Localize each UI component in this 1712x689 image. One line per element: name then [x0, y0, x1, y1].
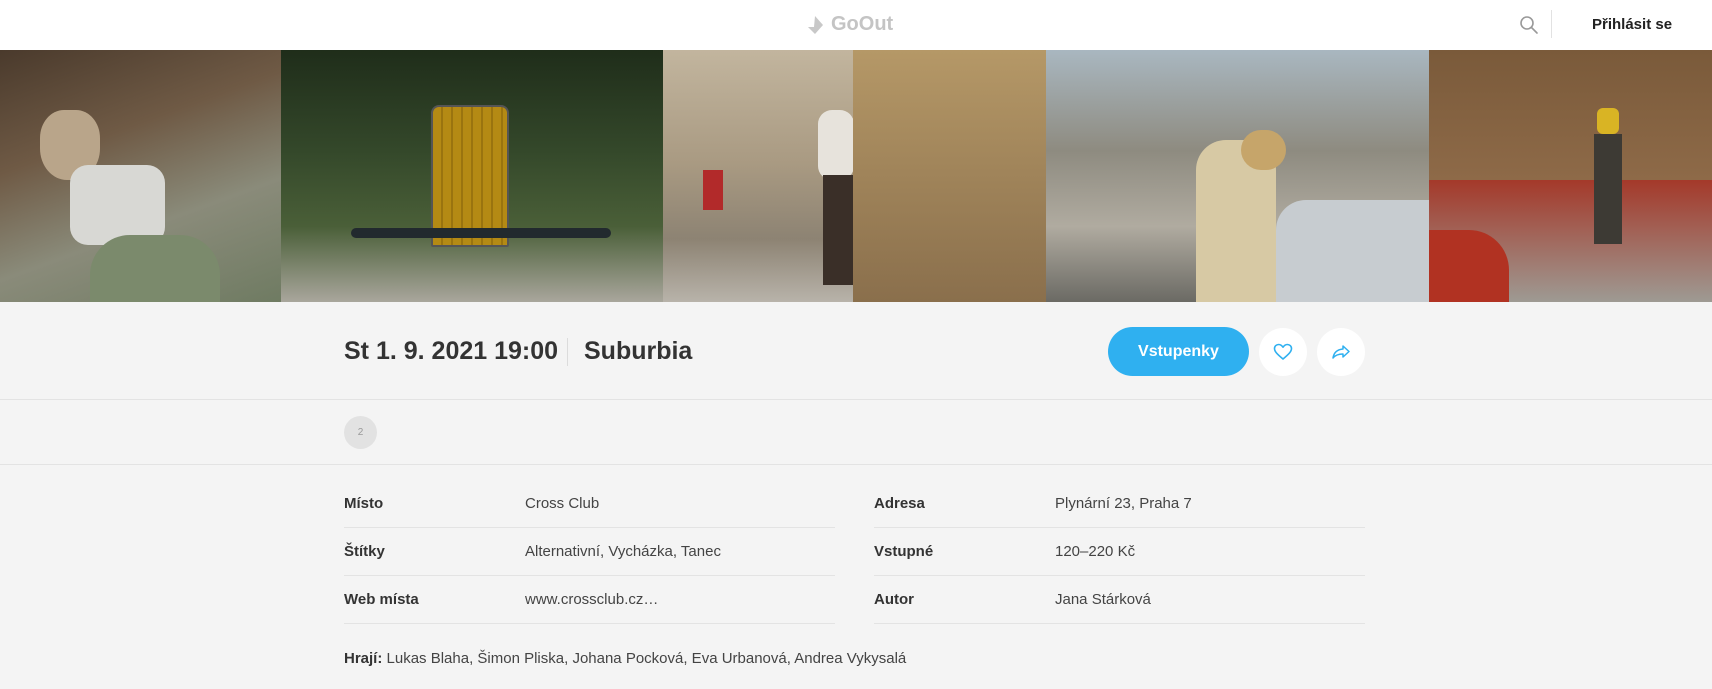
gallery-photo-2[interactable]	[281, 50, 663, 302]
detail-label: Štítky	[344, 543, 385, 560]
detail-value-tags[interactable]: Alternativní, Vycházka, Tanec	[525, 543, 721, 560]
performers-line: Hrají: Lukas Blaha, Šimon Pliska, Johana…	[344, 650, 906, 667]
detail-row-price: Vstupné 120–220 Kč	[874, 528, 1365, 576]
event-title-bar: St 1. 9. 2021 19:00 Suburbia Vstupenky	[0, 302, 1712, 400]
detail-value-address[interactable]: Plynární 23, Praha 7	[1055, 495, 1192, 512]
share-icon	[1332, 345, 1350, 359]
logo[interactable]: GoOut	[805, 13, 893, 36]
like-button[interactable]	[1259, 328, 1307, 376]
goout-logo-icon	[808, 15, 823, 34]
detail-label: Autor	[874, 591, 914, 608]
detail-label: Web místa	[344, 591, 419, 608]
detail-row-address: Adresa Plynární 23, Praha 7	[874, 480, 1365, 528]
header-divider	[1551, 10, 1552, 38]
details-right: Adresa Plynární 23, Praha 7 Vstupné 120–…	[874, 480, 1365, 624]
detail-row-venue: Místo Cross Club	[344, 480, 835, 528]
gallery-photo-5[interactable]	[1429, 50, 1712, 302]
performers-names: Lukas Blaha, Šimon Pliska, Johana Pockov…	[386, 650, 907, 667]
event-title: Suburbia	[584, 337, 693, 365]
event-datetime: St 1. 9. 2021 19:00	[344, 337, 559, 365]
count-badge[interactable]: 2	[344, 416, 377, 449]
top-bar: GoOut Přihlásit se	[0, 0, 1712, 50]
gallery-photo-3[interactable]	[663, 50, 1046, 302]
detail-value-website[interactable]: www.crossclub.cz…	[525, 591, 658, 608]
detail-value-author: Jana Stárková	[1055, 591, 1151, 608]
heart-icon	[1273, 343, 1293, 360]
search-icon	[1520, 16, 1538, 34]
gallery-photo-4[interactable]	[1046, 50, 1429, 302]
detail-row-website: Web místa www.crossclub.cz…	[344, 576, 835, 624]
share-button[interactable]	[1317, 328, 1365, 376]
detail-label: Místo	[344, 495, 384, 512]
detail-row-tags: Štítky Alternativní, Vycházka, Tanec	[344, 528, 835, 576]
detail-row-author: Autor Jana Stárková	[874, 576, 1365, 624]
details-left: Místo Cross Club Štítky Alternativní, Vy…	[344, 480, 835, 624]
tag-row: 2	[0, 400, 1712, 465]
detail-value-venue[interactable]: Cross Club	[525, 495, 599, 512]
search-button[interactable]	[1518, 14, 1540, 36]
title-separator	[567, 338, 568, 366]
performers-label: Hrají:	[344, 650, 383, 667]
detail-label: Adresa	[874, 495, 925, 512]
detail-label: Vstupné	[874, 543, 934, 560]
login-link[interactable]: Přihlásit se	[1592, 16, 1672, 33]
photo-gallery	[0, 50, 1712, 302]
gallery-photo-1[interactable]	[0, 50, 281, 302]
logo-text: GoOut	[831, 13, 894, 35]
tickets-button[interactable]: Vstupenky	[1108, 327, 1249, 376]
detail-value-price: 120–220 Kč	[1055, 543, 1136, 560]
